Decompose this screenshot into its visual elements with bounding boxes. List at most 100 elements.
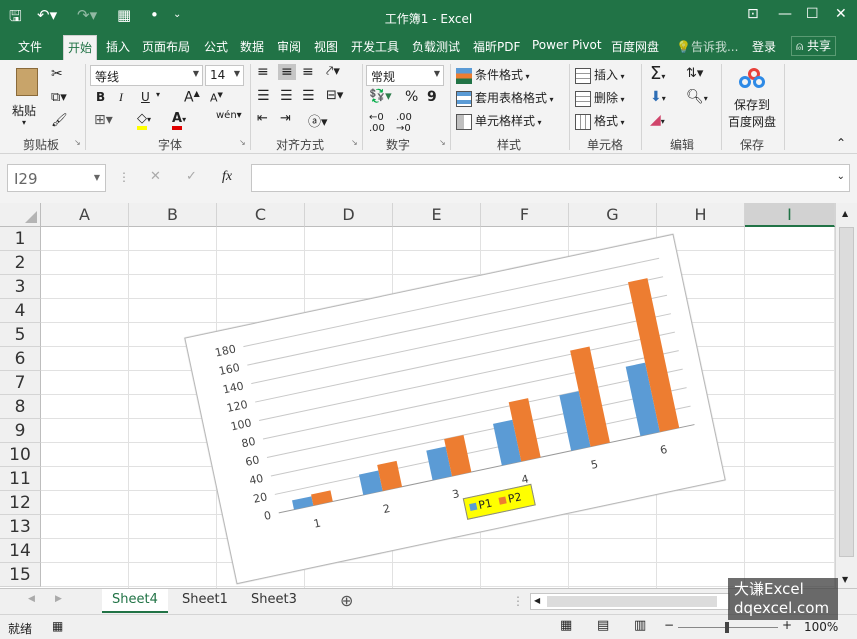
align-center-icon[interactable]: ☰ <box>280 88 293 104</box>
align-middle-icon[interactable]: ≡ <box>278 64 296 80</box>
scroll-left-icon[interactable]: ◀ <box>534 596 540 605</box>
tab-formulas[interactable]: 公式 <box>204 38 228 55</box>
ribbon-display-icon[interactable]: ⊡ <box>747 6 759 22</box>
column-header-g[interactable]: G <box>569 203 657 227</box>
format-as-table-button[interactable]: 套用表格格式 ▾ <box>456 89 554 107</box>
number-format-select[interactable]: 常规 ▼ <box>366 65 444 86</box>
split-handle-icon[interactable]: ⋮ <box>512 594 524 608</box>
login-link[interactable]: 登录 <box>752 38 776 55</box>
row-header-2[interactable]: 2 <box>0 251 41 275</box>
currency-icon[interactable]: 💱▾ <box>369 89 392 104</box>
sheet-tab-sheet3[interactable]: Sheet3 <box>241 589 307 613</box>
increase-decimal-icon[interactable]: ←0.00 <box>369 112 385 134</box>
delete-cells-button[interactable]: 删除 ▾ <box>575 89 625 107</box>
column-header-d[interactable]: D <box>305 203 393 227</box>
share-button[interactable]: ⍝ 共享 <box>791 36 837 56</box>
comma-button[interactable]: 9 <box>427 89 437 105</box>
row-header-3[interactable]: 3 <box>0 275 41 299</box>
shrink-font-button[interactable]: A▼ <box>210 91 223 105</box>
decrease-indent-icon[interactable]: ⇤ <box>257 111 268 126</box>
row-header-5[interactable]: 5 <box>0 323 41 347</box>
tab-load-test[interactable]: 负载测试 <box>412 38 460 55</box>
decrease-decimal-icon[interactable]: .00 →0 <box>396 112 412 134</box>
row-header-6[interactable]: 6 <box>0 347 41 371</box>
collapse-ribbon-icon[interactable]: ⌃ <box>836 136 846 150</box>
row-header-10[interactable]: 10 <box>0 443 41 467</box>
alignment-launcher-icon[interactable]: ↘ <box>351 138 358 147</box>
find-select-icon[interactable]: 🔍︎▾ <box>686 89 708 105</box>
underline-button[interactable]: U <box>141 90 150 104</box>
column-header-i[interactable]: I <box>745 203 835 227</box>
paste-dropdown-icon[interactable]: ▾ <box>22 118 26 127</box>
clear-icon[interactable]: ◢▾ <box>650 112 665 128</box>
format-painter-icon[interactable]: 🖌 <box>51 113 68 128</box>
row-header-9[interactable]: 9 <box>0 419 41 443</box>
vertical-scrollbar[interactable]: ▲ ▼ <box>835 203 857 588</box>
next-sheet-icon[interactable]: ▶ <box>55 594 62 604</box>
underline-dropdown-icon[interactable]: ▾ <box>156 90 160 99</box>
tab-page-layout[interactable]: 页面布局 <box>142 38 190 55</box>
row-header-4[interactable]: 4 <box>0 299 41 323</box>
format-cells-button[interactable]: 格式 ▾ <box>575 112 625 130</box>
fill-icon[interactable]: ⬇▾ <box>650 89 666 105</box>
phonetic-icon[interactable]: wén▾ <box>216 110 242 121</box>
zoom-out-icon[interactable]: − <box>664 618 674 632</box>
row-header-13[interactable]: 13 <box>0 515 41 539</box>
column-header-f[interactable]: F <box>481 203 569 227</box>
name-box[interactable]: I29 ▼ <box>7 164 106 192</box>
zoom-in-icon[interactable]: + <box>782 618 792 632</box>
tab-review[interactable]: 审阅 <box>277 38 301 55</box>
column-header-h[interactable]: H <box>657 203 745 227</box>
tab-insert[interactable]: 插入 <box>106 38 130 55</box>
sort-filter-icon[interactable]: ⇅▾ <box>686 66 703 81</box>
minimize-icon[interactable]: — <box>778 6 792 22</box>
fill-color-button[interactable]: ◇▾ <box>137 111 151 130</box>
cut-icon[interactable]: ✂ <box>51 66 63 82</box>
number-launcher-icon[interactable]: ↘ <box>439 138 446 147</box>
insert-cells-button[interactable]: 插入 ▾ <box>575 66 625 84</box>
tab-power-pivot[interactable]: Power Pivot <box>532 38 602 52</box>
scroll-thumb[interactable] <box>839 227 854 557</box>
column-header-b[interactable]: B <box>129 203 217 227</box>
macro-record-icon[interactable]: ▦ <box>52 619 63 633</box>
font-name-select[interactable]: 等线 ▼ <box>90 65 203 86</box>
font-color-button[interactable]: A▾ <box>172 111 186 130</box>
column-header-e[interactable]: E <box>393 203 481 227</box>
zoom-slider[interactable] <box>678 622 778 633</box>
tab-developer[interactable]: 开发工具 <box>351 38 399 55</box>
clipboard-launcher-icon[interactable]: ↘ <box>74 138 81 147</box>
font-launcher-icon[interactable]: ↘ <box>239 138 246 147</box>
align-right-icon[interactable]: ☰ <box>302 88 315 104</box>
bold-button[interactable]: B <box>96 90 105 104</box>
bar-p1-1[interactable] <box>292 496 314 510</box>
scroll-up-icon[interactable]: ▲ <box>842 209 848 218</box>
row-header-15[interactable]: 15 <box>0 563 41 587</box>
insert-function-icon[interactable]: fx <box>222 169 232 185</box>
row-header-1[interactable]: 1 <box>0 227 41 251</box>
horizontal-scrollbar[interactable]: ◀ <box>530 593 730 610</box>
cell-styles-button[interactable]: 单元格样式 ▾ <box>456 112 542 130</box>
align-bottom-icon[interactable]: ≡ <box>302 64 314 80</box>
scroll-down-icon[interactable]: ▼ <box>842 575 848 584</box>
autosum-icon[interactable]: Σ▾ <box>650 63 665 84</box>
paste-button[interactable]: 粘贴 ▾ <box>10 66 44 127</box>
sheet-tab-sheet4[interactable]: Sheet4 <box>102 589 168 613</box>
page-break-view-icon[interactable]: ▥ <box>634 618 646 633</box>
font-size-select[interactable]: 14 ▼ <box>205 65 244 86</box>
tab-home[interactable]: 开始 <box>63 35 98 60</box>
text-direction-icon[interactable]: ⓐ▾ <box>308 111 328 130</box>
save-to-baidu-button[interactable]: 保存到 百度网盘 <box>725 66 779 132</box>
expand-formula-icon[interactable]: ⌄ <box>837 171 845 182</box>
grow-font-button[interactable]: A▲ <box>184 89 200 106</box>
confirm-entry-icon[interactable]: ✓ <box>186 169 197 184</box>
merge-center-icon[interactable]: ⊟▾ <box>326 88 343 103</box>
close-icon[interactable]: ✕ <box>835 6 847 22</box>
percent-button[interactable]: % <box>405 89 418 105</box>
tab-baidu-pan[interactable]: 百度网盘 <box>611 38 659 55</box>
row-header-7[interactable]: 7 <box>0 371 41 395</box>
row-header-11[interactable]: 11 <box>0 467 41 491</box>
formula-input[interactable]: ⌄ <box>251 164 850 192</box>
orientation-icon[interactable]: ⤤▾ <box>326 64 340 79</box>
zoom-level[interactable]: 100% <box>804 620 838 634</box>
horizontal-scroll-thumb[interactable] <box>547 596 717 607</box>
